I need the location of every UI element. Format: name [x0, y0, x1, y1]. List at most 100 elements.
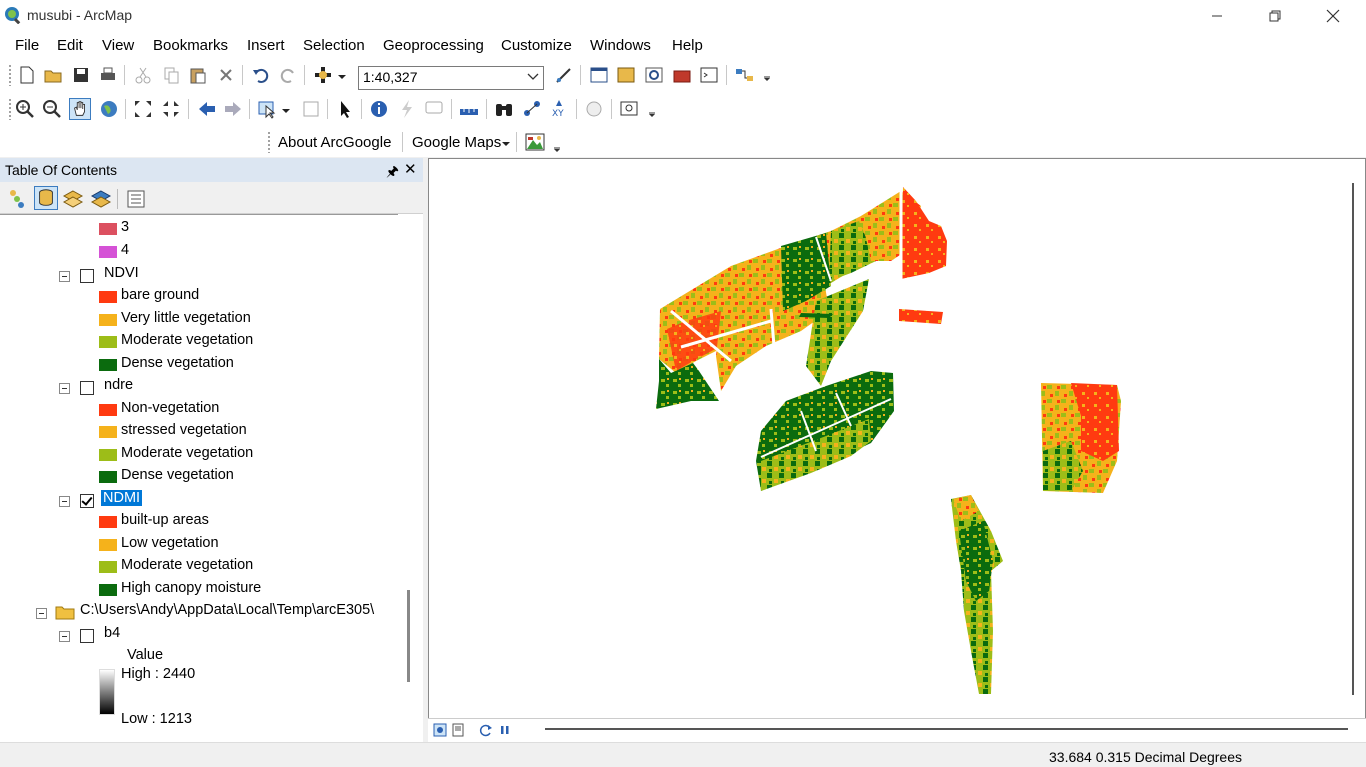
redo-icon[interactable] — [277, 64, 299, 86]
time-slider-icon[interactable] — [583, 98, 605, 120]
legend-swatch — [99, 359, 117, 371]
hyperlink-icon[interactable] — [396, 98, 418, 120]
layout-view-icon[interactable] — [451, 723, 465, 737]
save-icon[interactable] — [70, 64, 92, 86]
go-to-xy-icon[interactable]: XY — [548, 98, 570, 120]
options-icon[interactable] — [125, 188, 147, 210]
open-folder-icon[interactable] — [42, 64, 64, 86]
measure-icon[interactable] — [458, 98, 480, 120]
google-image-icon[interactable] — [524, 131, 546, 153]
toolbar-overflow-icon[interactable] — [553, 139, 561, 153]
google-maps-menu[interactable]: Google Maps — [412, 134, 501, 151]
select-features-icon[interactable] — [256, 98, 278, 120]
add-data-icon[interactable] — [312, 64, 334, 86]
pause-drawing-icon[interactable] — [499, 723, 511, 737]
list-by-drawing-order-icon[interactable] — [8, 188, 30, 210]
menu-view[interactable]: View — [102, 37, 134, 54]
forward-arrow-icon[interactable] — [222, 98, 244, 120]
legend-class-label: 4 — [121, 242, 130, 258]
undo-icon[interactable] — [250, 64, 272, 86]
standard-toolbar: 1:40,327 — [0, 62, 780, 90]
fixed-zoom-out-icon[interactable] — [160, 98, 182, 120]
list-by-source-icon[interactable] — [34, 186, 58, 210]
layer-name-ndvi[interactable]: NDVI — [104, 265, 139, 281]
refresh-icon[interactable] — [479, 723, 493, 737]
fixed-zoom-in-icon[interactable] — [132, 98, 154, 120]
find-binoculars-icon[interactable] — [493, 98, 515, 120]
search-window-icon[interactable] — [643, 64, 665, 86]
print-icon[interactable] — [97, 64, 119, 86]
cut-icon[interactable] — [132, 64, 154, 86]
toolbar-grip[interactable] — [267, 131, 271, 153]
table-of-contents-icon[interactable] — [588, 64, 610, 86]
editor-toolbar-icon[interactable] — [553, 64, 575, 86]
map-canvas[interactable] — [431, 161, 1343, 718]
raster-map — [656, 187, 1121, 694]
copy-icon[interactable] — [160, 64, 182, 86]
data-source-path[interactable]: C:\Users\Andy\AppData\Local\Temp\arcE305… — [80, 602, 374, 618]
menu-customize[interactable]: Customize — [501, 37, 572, 54]
python-window-icon[interactable] — [698, 64, 720, 86]
about-arcgoogle-button[interactable]: About ArcGoogle — [278, 134, 391, 151]
map-vertical-scrollbar[interactable] — [1352, 183, 1354, 695]
toolbar-overflow-icon[interactable] — [648, 104, 656, 118]
arctoolbox-icon[interactable] — [671, 64, 693, 86]
menu-help[interactable]: Help — [672, 37, 703, 54]
chevron-down-icon[interactable] — [338, 70, 346, 84]
menu-windows[interactable]: Windows — [590, 37, 651, 54]
collapse-toggle[interactable] — [59, 631, 70, 642]
back-arrow-icon[interactable] — [196, 98, 218, 120]
close-window-button[interactable] — [1304, 0, 1362, 31]
create-viewer-window-icon[interactable] — [618, 98, 640, 120]
toolbar-grip[interactable] — [8, 98, 12, 120]
close-icon[interactable]: ✕ — [404, 160, 417, 178]
layer-visibility-checkbox[interactable] — [80, 381, 94, 395]
html-popup-icon[interactable] — [423, 98, 445, 120]
full-extent-globe-icon[interactable] — [98, 98, 120, 120]
menu-selection[interactable]: Selection — [303, 37, 365, 54]
zoom-in-icon[interactable] — [14, 98, 36, 120]
layer-name-ndre[interactable]: ndre — [104, 377, 133, 393]
new-document-icon[interactable] — [16, 64, 38, 86]
layer-name-ndmi[interactable]: NDMI — [101, 490, 143, 506]
collapse-toggle[interactable] — [59, 383, 70, 394]
layer-visibility-checkbox[interactable] — [80, 629, 94, 643]
collapse-toggle[interactable] — [59, 271, 70, 282]
menu-edit[interactable]: Edit — [57, 37, 83, 54]
data-view-icon[interactable] — [433, 723, 447, 737]
map-scale-combobox[interactable]: 1:40,327 — [358, 66, 544, 90]
toc-scrollbar-thumb[interactable] — [407, 590, 410, 682]
layer-visibility-checkbox[interactable] — [80, 269, 94, 283]
toolbar-grip[interactable] — [8, 64, 12, 86]
collapse-toggle[interactable] — [59, 496, 70, 507]
layer-name-b4[interactable]: b4 — [104, 625, 120, 641]
layer-visibility-checkbox[interactable] — [80, 494, 94, 508]
clear-selection-icon[interactable] — [300, 98, 322, 120]
catalog-window-icon[interactable] — [615, 64, 637, 86]
toolbar-overflow-icon[interactable] — [763, 68, 771, 82]
delete-icon[interactable] — [215, 64, 237, 86]
minimize-button[interactable] — [1188, 0, 1246, 31]
menu-bookmarks[interactable]: Bookmarks — [153, 37, 228, 54]
select-elements-arrow-icon[interactable] — [334, 98, 356, 120]
modelbuilder-icon[interactable] — [734, 64, 756, 86]
paste-icon[interactable] — [187, 64, 209, 86]
list-by-selection-icon[interactable] — [90, 188, 112, 210]
menu-insert[interactable]: Insert — [247, 37, 285, 54]
toc-vertical-scrollbar[interactable] — [398, 214, 423, 742]
menu-file[interactable]: File — [15, 37, 39, 54]
identify-info-icon[interactable] — [368, 98, 390, 120]
pan-hand-icon[interactable] — [69, 98, 91, 120]
field-parcel-nw — [656, 187, 947, 409]
find-route-icon[interactable] — [521, 98, 543, 120]
zoom-out-icon[interactable] — [41, 98, 63, 120]
chevron-down-icon[interactable] — [502, 137, 510, 151]
collapse-toggle[interactable] — [36, 608, 47, 619]
legend-class-label: Non-vegetation — [121, 400, 220, 416]
list-by-visibility-icon[interactable] — [62, 188, 84, 210]
legend-class-label: Dense vegetation — [121, 467, 234, 483]
chevron-down-icon[interactable] — [282, 104, 290, 118]
menu-geoprocessing[interactable]: Geoprocessing — [383, 37, 484, 54]
map-horizontal-scrollbar[interactable] — [545, 728, 1348, 730]
restore-button[interactable] — [1246, 0, 1304, 31]
